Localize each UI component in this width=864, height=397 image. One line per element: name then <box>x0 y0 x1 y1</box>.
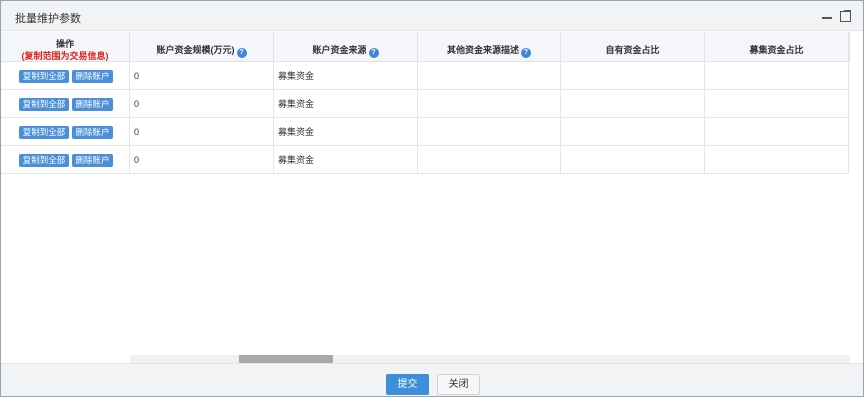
col-header-fund-source: 账户资金来源? <box>274 32 418 62</box>
maximize-icon[interactable] <box>840 10 851 22</box>
raised-ratio-cell[interactable] <box>705 90 849 118</box>
col-header-own-ratio: 自有资金占比 <box>561 32 705 62</box>
fund-source-cell[interactable]: 募集资金 <box>274 62 418 90</box>
fund-source-cell[interactable]: 募集资金 <box>274 118 418 146</box>
horizontal-scrollbar[interactable] <box>130 355 850 363</box>
other-source-desc-cell[interactable] <box>418 146 561 174</box>
other-source-desc-cell[interactable] <box>418 118 561 146</box>
fund-scale-cell[interactable]: 0 <box>130 146 274 174</box>
delete-account-button[interactable]: 删除账户 <box>72 70 113 83</box>
table-row-actions: 复制到全部 删除账户 <box>1 146 130 174</box>
col-header-fund-scale: 账户资金规模(万元)? <box>130 32 274 62</box>
col-header-other-source-desc: 其他资金来源描述? <box>418 32 561 62</box>
raised-ratio-cell[interactable] <box>705 146 849 174</box>
col-header-label: 自有资金占比 <box>605 45 660 55</box>
copy-to-all-button[interactable]: 复制到全部 <box>19 98 69 111</box>
col-header-overflow <box>849 32 850 62</box>
copy-to-all-button[interactable]: 复制到全部 <box>19 70 69 83</box>
other-source-desc-cell[interactable] <box>418 62 561 90</box>
other-source-desc-cell[interactable] <box>418 90 561 118</box>
own-ratio-cell[interactable] <box>561 62 705 90</box>
table-row-actions: 复制到全部 删除账户 <box>1 90 130 118</box>
col-header-operation-note: (复制范围为交易信息) <box>21 51 109 61</box>
own-ratio-cell[interactable] <box>561 118 705 146</box>
help-icon[interactable]: ? <box>236 48 247 58</box>
close-button[interactable]: 关闭 <box>437 374 480 395</box>
fund-scale-cell[interactable]: 0 <box>130 62 274 90</box>
scrollbar-thumb[interactable] <box>239 355 333 363</box>
dialog-titlebar: 批量维护参数 <box>1 1 863 31</box>
col-header-label: 账户资金来源 <box>312 45 367 55</box>
fund-source-cell[interactable]: 募集资金 <box>274 90 418 118</box>
col-header-label: 账户资金规模(万元) <box>156 45 235 55</box>
own-ratio-cell[interactable] <box>561 146 705 174</box>
col-header-operation: 操作 (复制范围为交易信息) <box>1 32 130 62</box>
dialog-footer: 提交 关闭 <box>1 363 863 396</box>
own-ratio-cell[interactable] <box>561 90 705 118</box>
col-header-label: 募集资金占比 <box>749 45 804 55</box>
minimize-icon[interactable] <box>821 9 833 23</box>
copy-to-all-button[interactable]: 复制到全部 <box>19 154 69 167</box>
fund-scale-cell[interactable]: 0 <box>130 118 274 146</box>
dialog-title: 批量维护参数 <box>15 13 81 25</box>
fund-scale-cell[interactable]: 0 <box>130 90 274 118</box>
raised-ratio-cell[interactable] <box>705 62 849 90</box>
raised-ratio-cell[interactable] <box>705 118 849 146</box>
help-icon[interactable]: ? <box>368 48 379 58</box>
col-header-raised-ratio: 募集资金占比 <box>705 32 849 62</box>
params-table: 操作 (复制范围为交易信息) 账户资金规模(万元)? 账户资金来源? 其他资金来… <box>1 32 850 174</box>
delete-account-button[interactable]: 删除账户 <box>72 126 113 139</box>
delete-account-button[interactable]: 删除账户 <box>72 98 113 111</box>
help-icon[interactable]: ? <box>521 48 531 58</box>
submit-button[interactable]: 提交 <box>386 374 429 395</box>
fund-source-cell[interactable]: 募集资金 <box>274 146 418 174</box>
batch-params-dialog: 批量维护参数 操作 (复制范围为交易信息) 账户资金规模(万元)? 账户资金来源… <box>0 0 864 397</box>
table-row-actions: 复制到全部 删除账户 <box>1 62 130 90</box>
table-row-actions: 复制到全部 删除账户 <box>1 118 130 146</box>
col-header-label: 其他资金来源描述 <box>446 45 519 55</box>
copy-to-all-button[interactable]: 复制到全部 <box>19 126 69 139</box>
delete-account-button[interactable]: 删除账户 <box>72 154 113 167</box>
